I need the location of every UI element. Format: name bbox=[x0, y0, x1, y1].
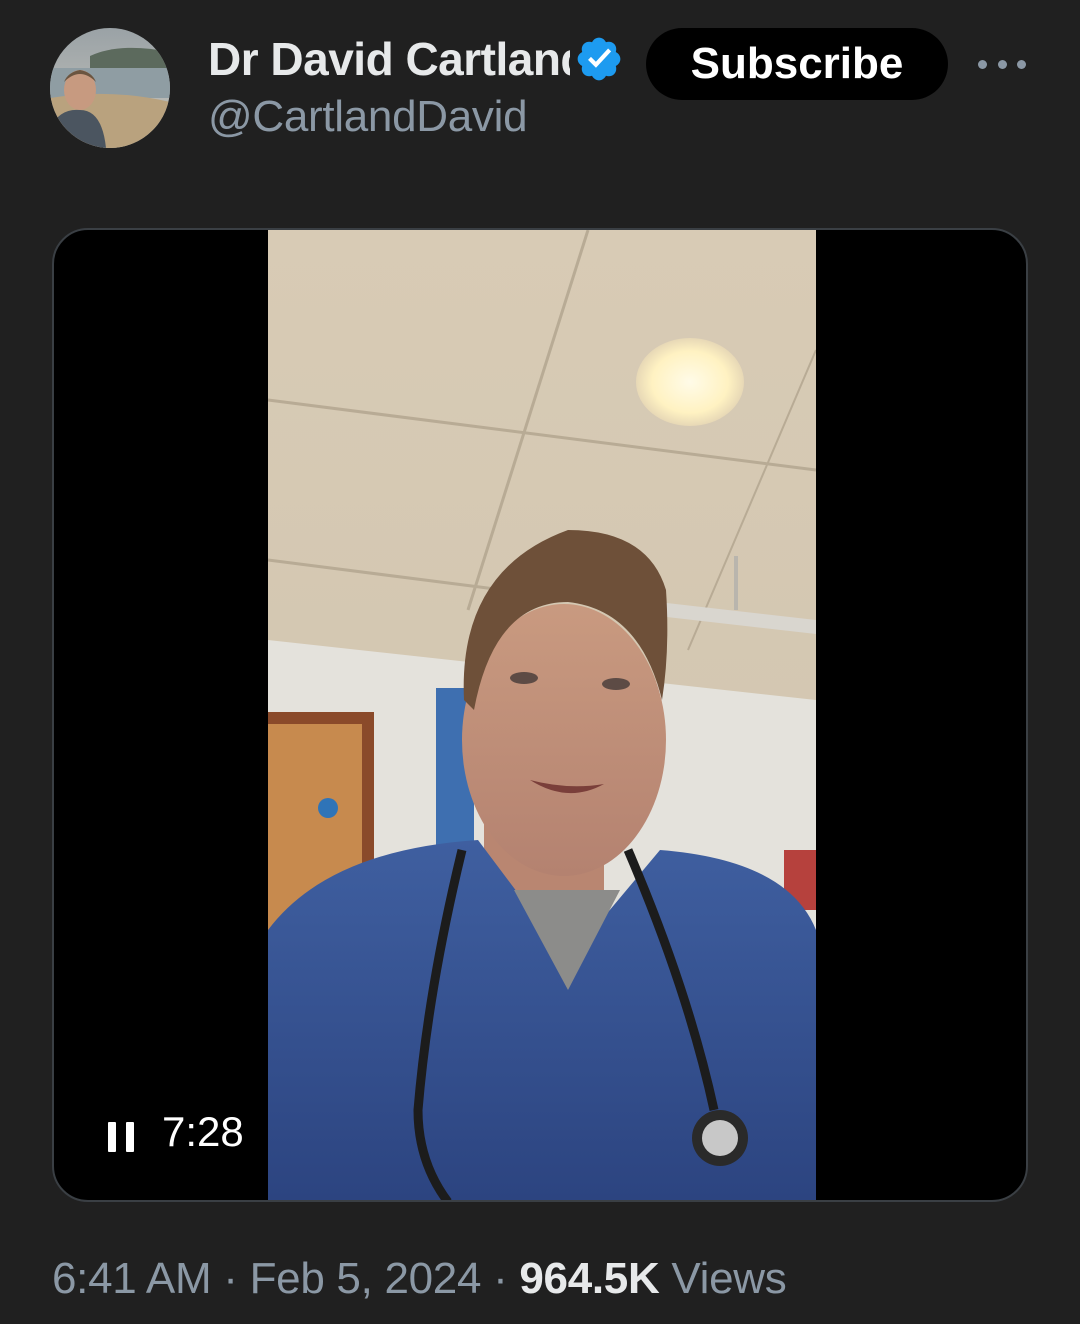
dot bbox=[1017, 59, 1026, 69]
author-handle[interactable]: @CartlandDavid bbox=[208, 92, 528, 142]
views-label: Views bbox=[671, 1254, 787, 1303]
views-count: 964.5K bbox=[519, 1254, 660, 1303]
video-player[interactable]: 7:28 bbox=[52, 228, 1028, 1202]
avatar[interactable] bbox=[50, 28, 170, 148]
pause-bar bbox=[126, 1122, 134, 1152]
more-horizontal-icon[interactable] bbox=[978, 52, 1026, 76]
verified-badge-icon bbox=[577, 37, 621, 81]
tweet-meta: 6:41 AM · Feb 5, 2024 · 964.5K Views bbox=[52, 1254, 787, 1304]
video-frame[interactable] bbox=[268, 230, 816, 1200]
pause-icon[interactable] bbox=[108, 1122, 134, 1152]
display-name[interactable]: Dr David Cartland bbox=[208, 32, 570, 86]
subscribe-button[interactable]: Subscribe bbox=[646, 28, 948, 100]
tweet-header: Dr David Cartland @CartlandDavid Subscri… bbox=[0, 0, 1080, 200]
name-row: Dr David Cartland bbox=[208, 30, 628, 88]
meta-separator: · bbox=[223, 1254, 238, 1303]
dot bbox=[978, 59, 987, 69]
tweet-date[interactable]: Feb 5, 2024 bbox=[250, 1254, 482, 1303]
meta-separator: · bbox=[493, 1254, 508, 1303]
avatar-image bbox=[50, 28, 170, 148]
video-still bbox=[268, 230, 816, 1200]
pause-bar bbox=[108, 1122, 116, 1152]
tweet-time[interactable]: 6:41 AM bbox=[52, 1254, 212, 1303]
dot bbox=[997, 59, 1007, 69]
video-duration: 7:28 bbox=[162, 1108, 244, 1155]
